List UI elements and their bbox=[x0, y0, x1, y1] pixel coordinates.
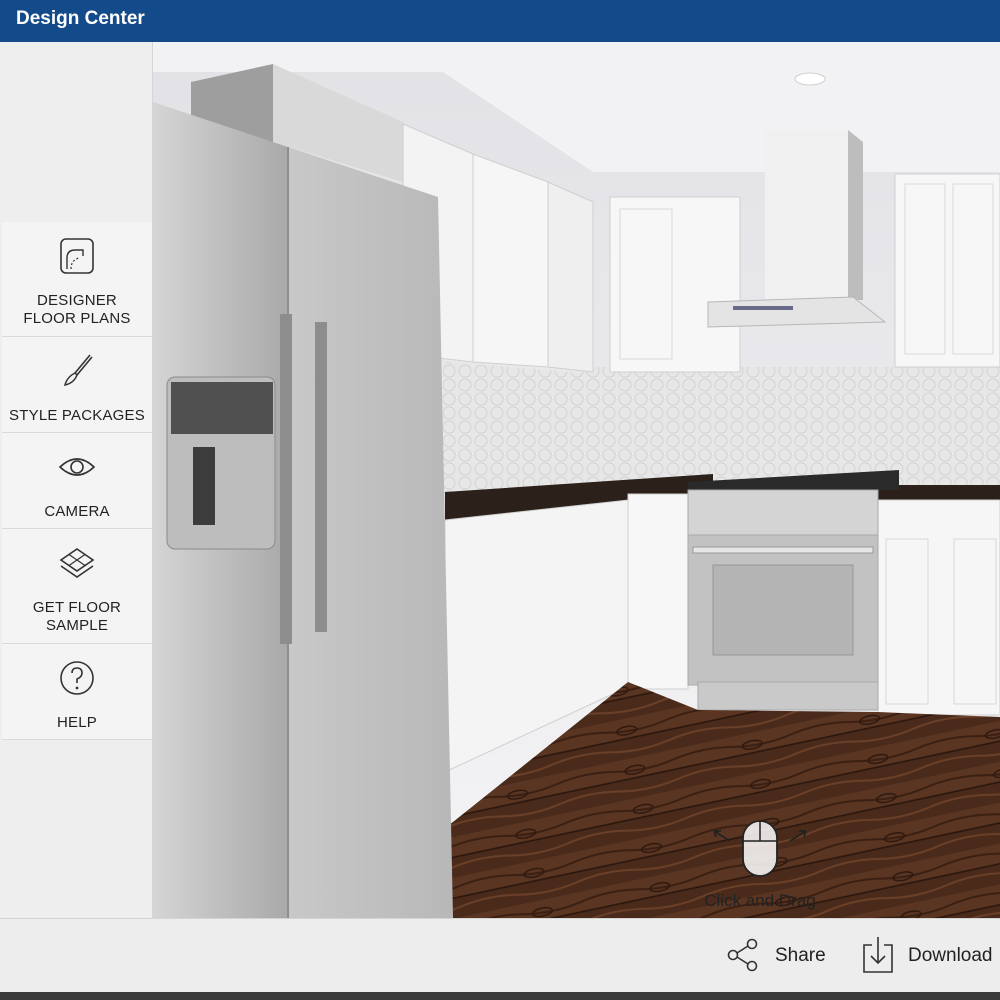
sidebar-item-label: GET FLOOR bbox=[32, 599, 122, 616]
share-button[interactable]: Share bbox=[725, 933, 835, 977]
share-label: Share bbox=[775, 945, 826, 966]
sidebar-item-label: STYLE PACKAGES bbox=[9, 407, 145, 424]
sidebar-item-label: CAMERA bbox=[44, 503, 110, 520]
sidebar-item-camera[interactable]: CAMERA bbox=[2, 433, 152, 529]
sidebar-item-label: DESIGNER bbox=[37, 292, 117, 309]
floor-plan-icon bbox=[60, 238, 94, 274]
sidebar-item-label-line2: FLOOR PLANS bbox=[23, 310, 131, 327]
download-icon bbox=[863, 937, 893, 973]
layers-icon bbox=[59, 548, 95, 578]
sidebar-item-label-line2: SAMPLE bbox=[45, 617, 109, 634]
download-button[interactable]: Download bbox=[860, 933, 1000, 977]
eye-icon bbox=[58, 458, 96, 476]
click-and-drag-label: Click and Drag bbox=[704, 891, 816, 910]
header-bar: Design Center bbox=[0, 0, 1000, 42]
sidebar: DESIGNER FLOOR PLANS STYLE PACKAGES CAME… bbox=[0, 42, 153, 918]
sidebar-item-label: HELP bbox=[57, 714, 97, 731]
download-label: Download bbox=[908, 945, 993, 966]
click-and-drag-hint: Click and Drag bbox=[690, 815, 830, 915]
share-icon bbox=[727, 938, 758, 972]
footer-toolbar: Share Download bbox=[0, 918, 1000, 992]
kitchen-render bbox=[153, 42, 1000, 918]
sidebar-item-style-packages[interactable]: STYLE PACKAGES bbox=[2, 337, 152, 433]
bottom-strip bbox=[0, 992, 1000, 1000]
paintbrush-icon bbox=[63, 354, 93, 386]
sidebar-item-get-floor-sample[interactable]: GET FLOOR SAMPLE bbox=[2, 529, 152, 644]
app-title: Design Center bbox=[16, 8, 145, 29]
3d-kitchen-viewport[interactable]: Click and Drag bbox=[153, 42, 1000, 918]
question-icon bbox=[60, 661, 94, 695]
sidebar-item-help[interactable]: HELP bbox=[2, 644, 152, 740]
mouse-icon bbox=[713, 820, 807, 877]
sidebar-item-designer-floor-plans[interactable]: DESIGNER FLOOR PLANS bbox=[2, 222, 152, 337]
